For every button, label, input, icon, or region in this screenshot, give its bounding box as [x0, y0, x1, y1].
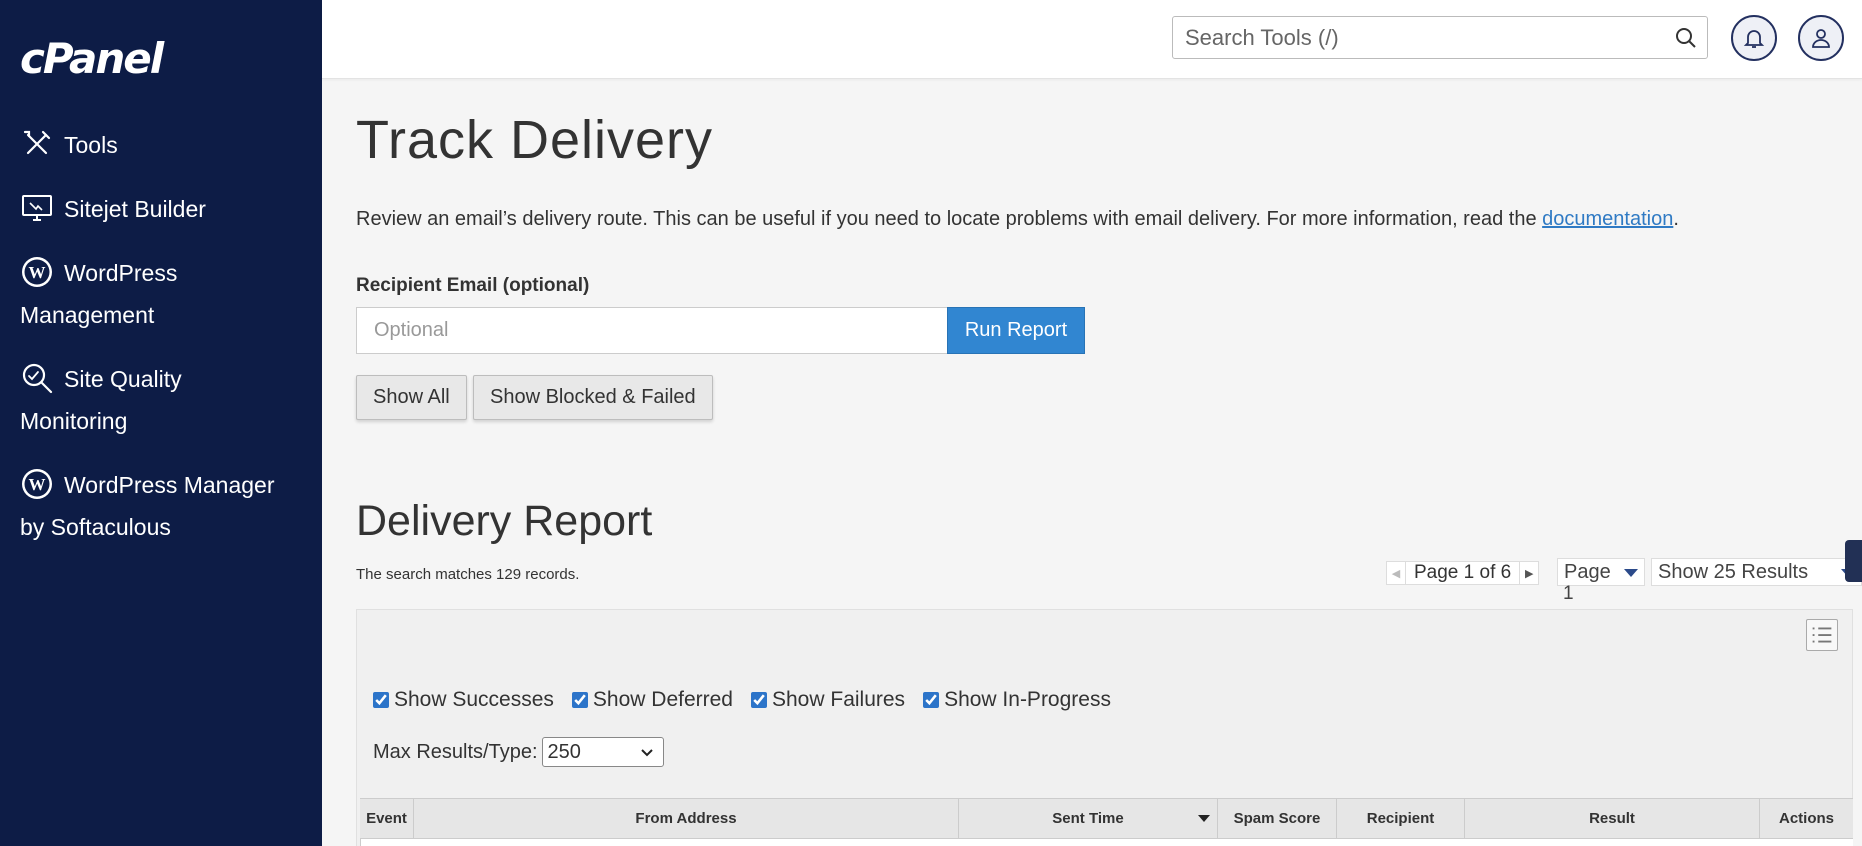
- filter-label: Show Deferred: [592, 688, 733, 711]
- top-bar: [322, 0, 1862, 79]
- max-results-select[interactable]: 250: [541, 737, 664, 767]
- sidebar-item-wordpress-manager[interactable]: W WordPress Manager: [0, 464, 322, 506]
- documentation-link[interactable]: documentation: [1542, 208, 1673, 230]
- filter-checkboxes: Show Successes Show Deferred Show Failur…: [373, 688, 1111, 712]
- records-count: The search matches 129 records.: [356, 566, 580, 583]
- sidebar-item-sitejet[interactable]: Sitejet Builder: [0, 188, 322, 230]
- page-indicator: Page 1 of 6: [1405, 561, 1521, 585]
- filter-in-progress[interactable]: Show In-Progress: [923, 688, 1111, 712]
- magnifier-icon: [20, 361, 54, 395]
- recipient-email-label: Recipient Email (optional): [356, 275, 590, 296]
- column-spam-score[interactable]: Spam Score: [1218, 799, 1337, 838]
- page-select-label: Page: [1564, 561, 1611, 583]
- show-all-button[interactable]: Show All: [356, 375, 467, 420]
- filter-label: Show In-Progress: [944, 688, 1111, 711]
- column-sent-time[interactable]: Sent Time: [959, 799, 1218, 838]
- sidebar-item-wordpress-manager-line2[interactable]: by Softaculous: [0, 506, 322, 548]
- sidebar-item-site-quality-line2[interactable]: Monitoring: [0, 400, 322, 442]
- sidebar-item-site-quality[interactable]: Site Quality: [0, 358, 322, 400]
- wordpress-icon: W: [20, 255, 54, 289]
- user-icon: [1812, 29, 1830, 48]
- pagination: ◀ Page 1 of 6 ▶: [1386, 561, 1540, 585]
- sidebar-item-label: Sitejet Builder: [64, 196, 206, 222]
- wordpress-icon: W: [20, 467, 54, 501]
- page-select[interactable]: Page: [1557, 558, 1645, 586]
- prev-page-button[interactable]: ◀: [1387, 561, 1405, 585]
- report-panel: Show Successes Show Deferred Show Failur…: [356, 609, 1853, 846]
- side-panel-tab[interactable]: [1845, 540, 1862, 582]
- sidebar-item-wordpress-management[interactable]: W WordPress: [0, 252, 322, 294]
- sidebar: cPanel Tools Sitejet Builder W WordPress…: [0, 0, 322, 846]
- sidebar-item-label: WordPress Manager: [64, 472, 275, 498]
- next-page-button[interactable]: ▶: [1520, 561, 1538, 585]
- run-report-button[interactable]: Run Report: [947, 307, 1085, 354]
- filter-deferred[interactable]: Show Deferred: [571, 688, 733, 712]
- sidebar-item-label: WordPress: [64, 260, 178, 286]
- svg-text:W: W: [29, 475, 46, 494]
- list-view-icon[interactable]: [1806, 619, 1838, 651]
- chevron-down-icon: [640, 749, 653, 757]
- sort-desc-icon: [1198, 815, 1210, 822]
- sidebar-item-label: Site Quality: [64, 366, 182, 392]
- deferred-checkbox[interactable]: [571, 692, 588, 708]
- tools-icon: [20, 127, 54, 161]
- results-per-page-value: Show 25 Results: [1658, 561, 1809, 583]
- filter-failures[interactable]: Show Failures: [751, 688, 905, 712]
- bell-icon: [1743, 30, 1765, 48]
- page-description: Review an email’s delivery route. This c…: [356, 208, 1679, 231]
- delivery-report-title: Delivery Report: [356, 497, 653, 545]
- report-table-header: Event From Address Sent Time Spam Score …: [360, 798, 1853, 839]
- column-recipient[interactable]: Recipient: [1337, 799, 1465, 838]
- recipient-email-input[interactable]: [356, 307, 948, 354]
- table-body: [360, 839, 1853, 846]
- search-input[interactable]: [1173, 17, 1653, 58]
- monitor-icon: [20, 191, 54, 225]
- page-title: Track Delivery: [356, 110, 714, 170]
- user-menu-button[interactable]: [1798, 15, 1844, 61]
- max-results-row: Max Results/Type: 250: [373, 737, 664, 767]
- filter-successes[interactable]: Show Successes: [373, 688, 554, 712]
- sidebar-item-tools[interactable]: Tools: [0, 124, 322, 166]
- column-result[interactable]: Result: [1465, 799, 1760, 838]
- page-select-value: 1: [1563, 583, 1574, 604]
- sidebar-item-label: Tools: [64, 132, 118, 158]
- show-blocked-failed-button[interactable]: Show Blocked & Failed: [473, 375, 713, 420]
- successes-checkbox[interactable]: [373, 692, 389, 708]
- svg-text:W: W: [29, 263, 46, 282]
- column-actions: Actions: [1778, 810, 1834, 827]
- results-per-page-select[interactable]: Show 25 Results: [1651, 558, 1862, 586]
- filter-label: Show Failures: [772, 688, 906, 711]
- sidebar-item-wordpress-management-line2[interactable]: Management: [0, 294, 322, 336]
- search-box: [1172, 16, 1708, 59]
- column-label: Sent Time: [1052, 810, 1124, 827]
- failures-checkbox[interactable]: [751, 692, 767, 708]
- sidebar-nav: Tools Sitejet Builder W WordPress Manage…: [0, 124, 322, 548]
- column-from-address[interactable]: From Address: [414, 799, 959, 838]
- max-results-label: Max Results/Type:: [373, 740, 538, 763]
- filter-label: Show Successes: [394, 688, 554, 711]
- chevron-down-icon: [1624, 569, 1638, 577]
- description-end: .: [1673, 208, 1679, 230]
- cpanel-logo[interactable]: cPanel: [20, 34, 164, 83]
- description-text: Review an email’s delivery route. This c…: [356, 208, 1543, 230]
- max-results-value: 250: [547, 741, 581, 763]
- search-icon[interactable]: [1675, 27, 1697, 49]
- notifications-button[interactable]: [1731, 15, 1777, 61]
- in-progress-checkbox[interactable]: [923, 692, 940, 708]
- column-event[interactable]: Event: [360, 799, 414, 838]
